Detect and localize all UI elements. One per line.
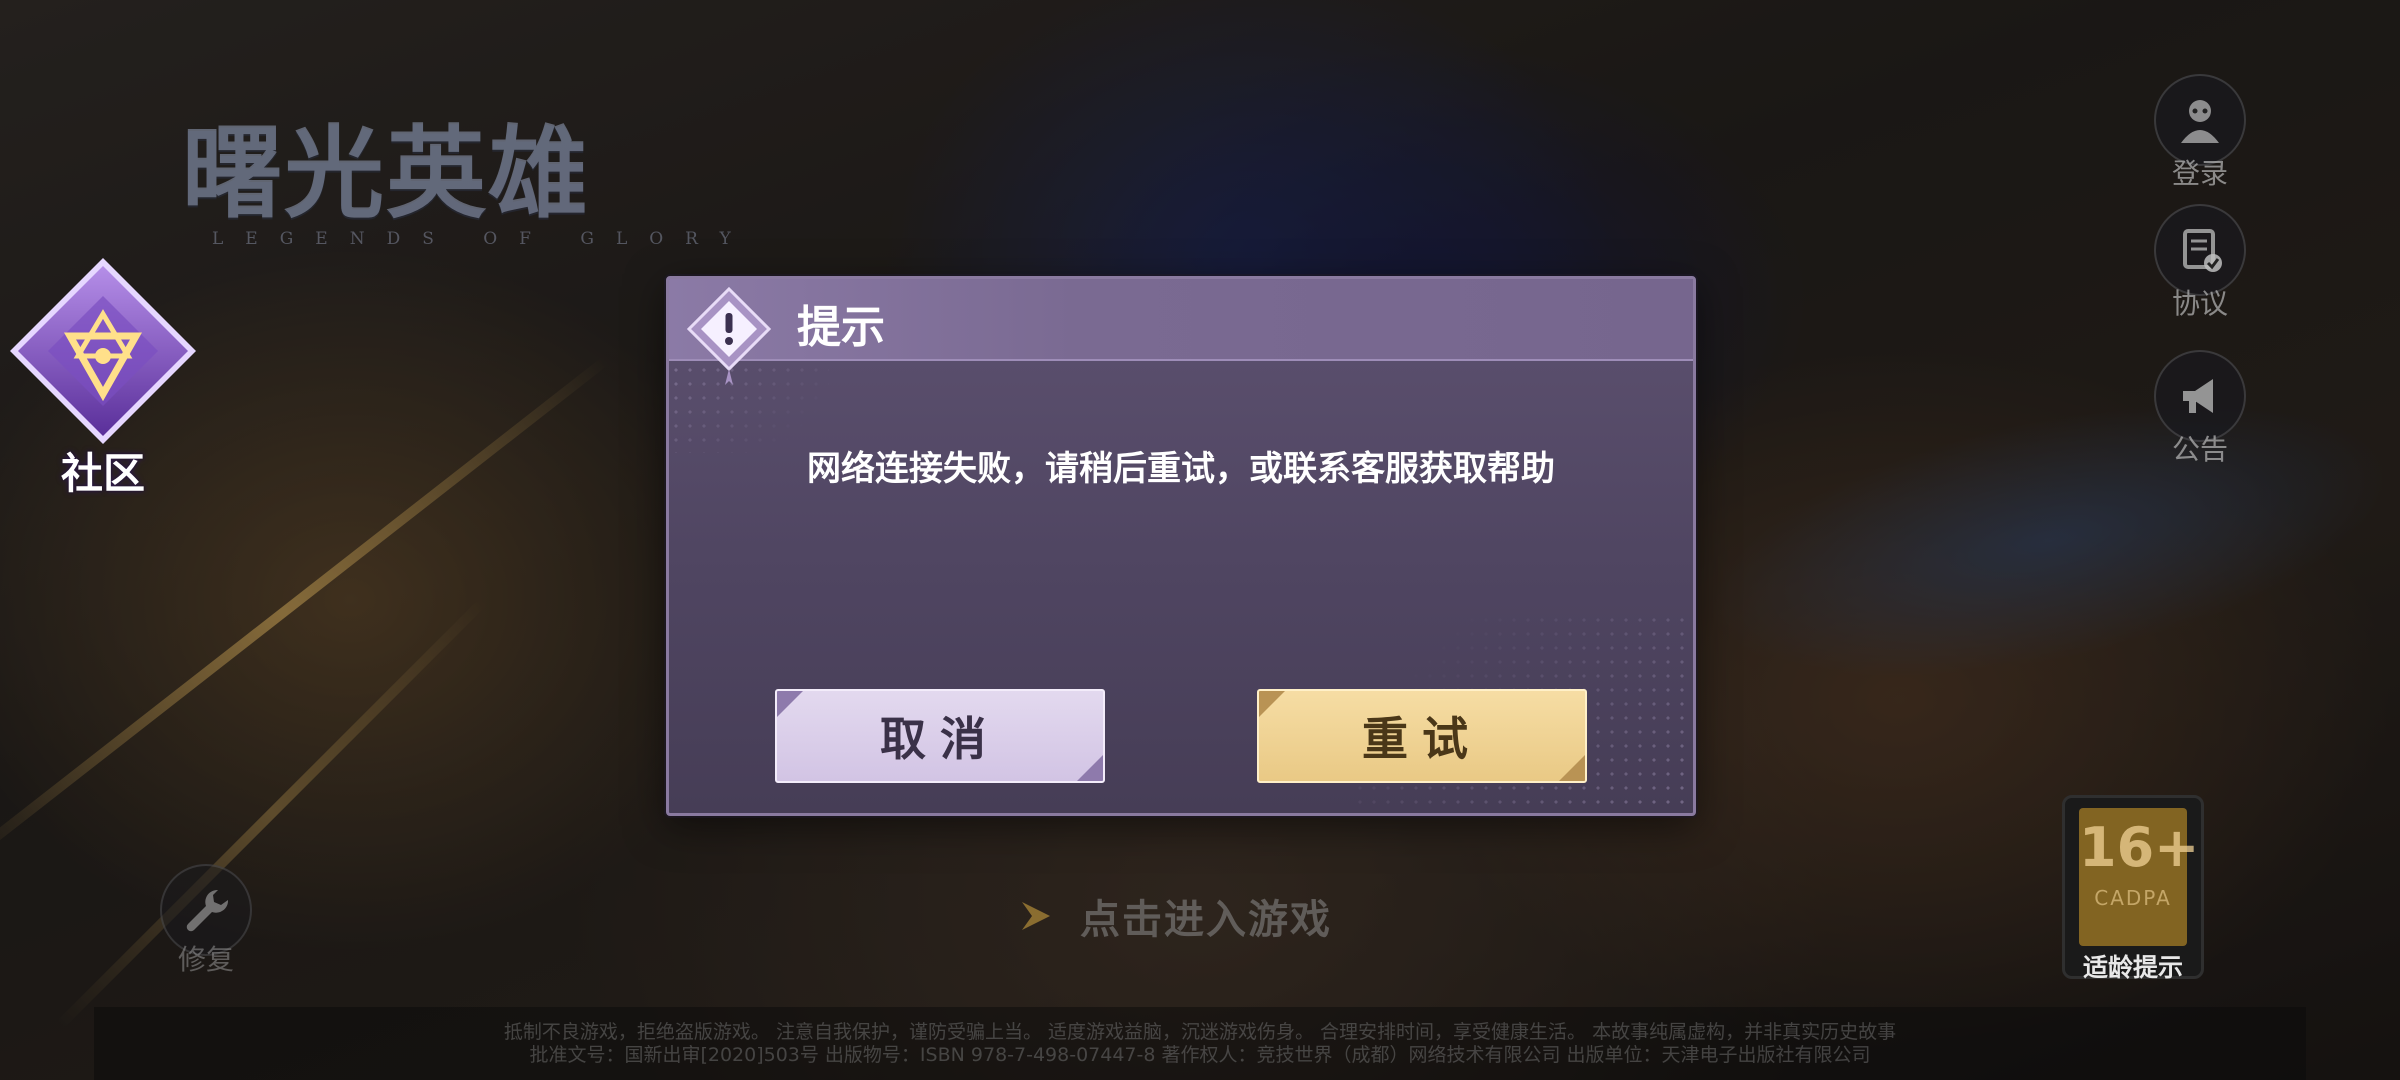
cancel-button-label: 取消 [880, 712, 1000, 766]
legal-line-2: 批准文号：国新出审[2020]503号 出版物号：ISBN 978-7-498-… [529, 1044, 1871, 1066]
button-corner-decor [1259, 691, 1285, 717]
logo-subtitle: LEGENDS OF GLORY [212, 229, 753, 249]
legal-notice: 抵制不良游戏，拒绝盗版游戏。 注意自我保护，谨防受骗上当。 适度游戏益脑，沉迷游… [94, 1007, 2306, 1080]
login-label: 登录 [2171, 157, 2228, 190]
button-corner-decor [1559, 755, 1585, 781]
community-button[interactable]: 社区 [8, 256, 198, 501]
dialog-header: 提示 [669, 279, 1693, 361]
dialog-message: 网络连接失败，请稍后重试，或联系客服获取帮助 [807, 449, 1555, 489]
repair-label: 修复 [177, 943, 234, 976]
retry-button-label: 重试 [1362, 712, 1482, 766]
agreement-button[interactable]: 协议 [2154, 204, 2246, 322]
community-emblem-icon [8, 256, 198, 446]
button-corner-decor [777, 691, 803, 717]
retry-button[interactable]: 重试 [1257, 689, 1587, 783]
cancel-button[interactable]: 取消 [775, 689, 1105, 783]
age-rating-number: 16+ [2079, 816, 2200, 879]
dialog-title: 提示 [797, 302, 885, 353]
age-rating-org: CADPA [2094, 886, 2172, 910]
arrow-right-icon [1022, 902, 1050, 930]
game-logo: 曙光英雄 LEGENDS OF GLORY [182, 92, 753, 249]
community-label: 社区 [60, 449, 145, 498]
login-button[interactable]: 登录 [2154, 74, 2246, 192]
age-rating-badge[interactable]: 16+ CADPA 适龄提示 [2062, 795, 2204, 982]
repair-button[interactable]: 修复 [160, 864, 252, 978]
announcement-button[interactable]: 公告 [2154, 350, 2246, 468]
age-rating-box: 16+ CADPA [2079, 808, 2200, 946]
warning-icon [687, 287, 771, 385]
logo-title: 曙光英雄 [182, 114, 590, 232]
enter-game-button[interactable]: 点击进入游戏 [1018, 886, 1332, 946]
enter-game-label: 点击进入游戏 [1080, 897, 1332, 943]
agreement-label: 协议 [2171, 287, 2228, 320]
announcement-label: 公告 [2171, 433, 2228, 466]
network-error-dialog: 提示 网络连接失败，请稍后重试，或联系客服获取帮助 取消 重试 [666, 276, 1696, 816]
button-corner-decor [1077, 755, 1103, 781]
age-rating-tip: 适龄提示 [2082, 953, 2183, 982]
legal-line-1: 抵制不良游戏，拒绝盗版游戏。 注意自我保护，谨防受骗上当。 适度游戏益脑，沉迷游… [503, 1021, 1897, 1043]
